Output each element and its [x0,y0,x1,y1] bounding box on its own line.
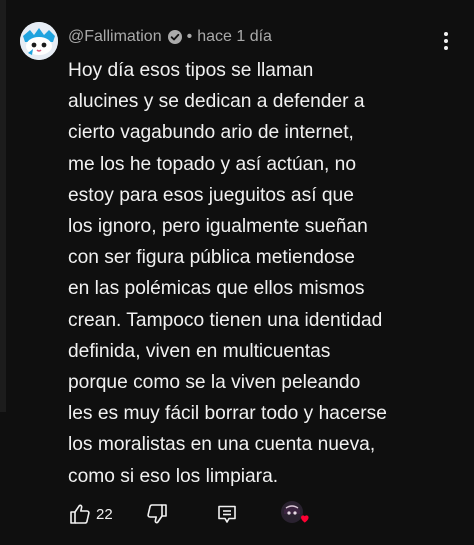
author-avatar[interactable] [20,22,58,60]
thumbs-down-icon [146,504,167,524]
creator-heart-icon [281,501,309,523]
thumbs-up-icon [70,504,90,524]
comment-text: Hoy día esos tipos se llaman alucines y … [68,60,387,487]
more-vertical-icon [444,32,448,50]
more-options-button[interactable] [442,30,450,52]
comment-header: @Fallimation • hace 1 día [68,26,272,48]
like-button[interactable]: 22 [68,502,113,526]
reply-icon [217,505,236,523]
avatar-icon [20,22,58,60]
author-name[interactable]: @Fallimation [68,28,162,46]
creator-heart [280,500,310,528]
comment-actions: 22 [68,500,239,528]
like-count: 22 [96,505,113,523]
comment-thread: @Fallimation • hace 1 día Hoy día esos t… [8,0,474,545]
background-strip [0,0,6,412]
verified-check-icon [167,29,183,45]
separator-dot: • [186,28,193,45]
reply-button[interactable] [215,502,239,526]
dislike-button[interactable] [145,502,169,526]
comment-timestamp[interactable]: hace 1 día [197,28,272,46]
